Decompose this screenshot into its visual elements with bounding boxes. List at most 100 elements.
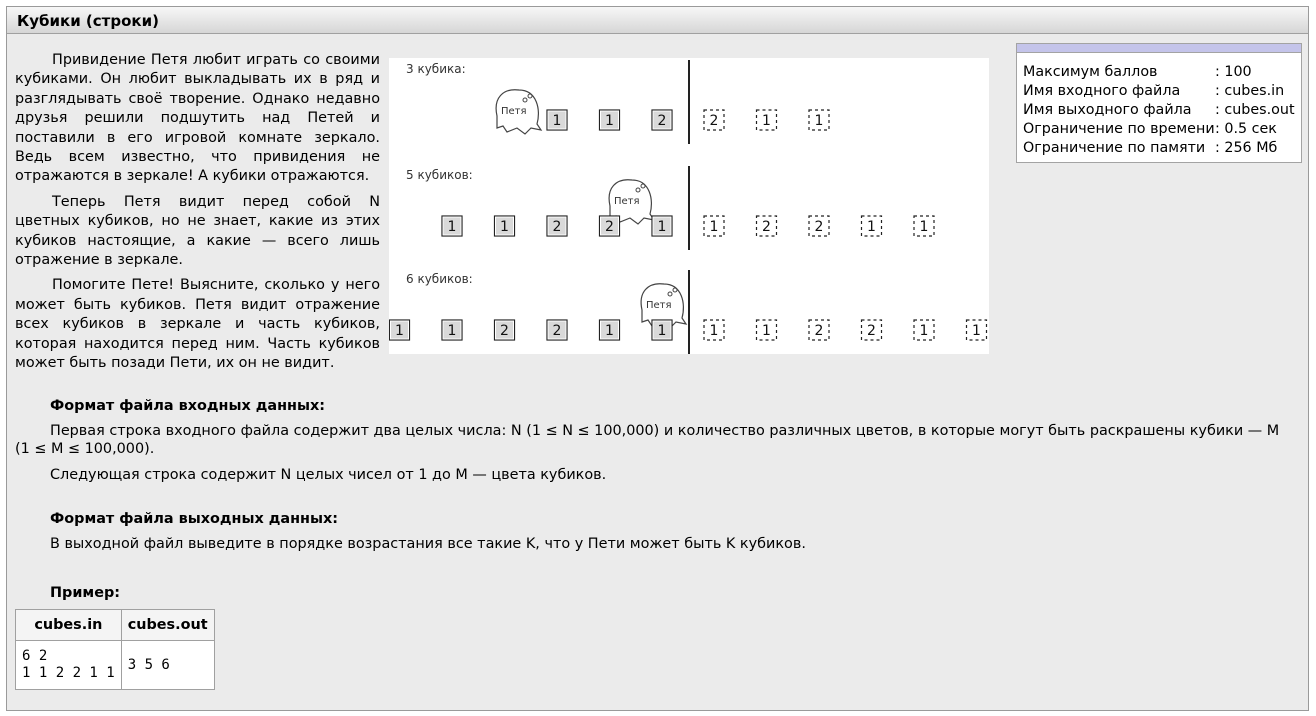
cube-label: 1 xyxy=(658,323,667,339)
real-cube: 2 xyxy=(493,319,516,341)
real-cube: 2 xyxy=(598,215,621,237)
input-format-line1: Первая строка входного файла содержит дв… xyxy=(50,423,1280,439)
row-label: 5 кубиков: xyxy=(406,168,473,182)
real-cube: 1 xyxy=(598,109,621,131)
real-cube: 1 xyxy=(389,319,411,341)
cube-label: 2 xyxy=(500,323,509,339)
real-cube: 2 xyxy=(651,109,673,131)
example-input-header: cubes.in xyxy=(15,609,122,641)
figure-row: 3 кубика: Петя 1 1 2 2 1 1 xyxy=(406,60,830,144)
example-table: cubes.in cubes.out 6 2 1 1 2 2 1 1 3 5 6 xyxy=(15,609,215,690)
limit-row: Ограничение по времени: 0.5 сек xyxy=(1023,120,1295,139)
cube-label: 1 xyxy=(920,219,929,235)
cube-label: 1 xyxy=(605,113,614,129)
real-cube: 2 xyxy=(546,215,568,237)
mirror-cube: 2 xyxy=(703,109,725,131)
limit-value: : 256 Мб xyxy=(1215,140,1278,156)
limit-row: Ограничение по памяти : 256 Мб xyxy=(1023,139,1295,158)
figure-row: 5 кубиков: Петя 1 1 2 2 1 1 2 2 1 1 xyxy=(406,166,935,250)
cube-label: 2 xyxy=(815,219,824,235)
statement-paragraph: Привидение Петя любит играть со своими к… xyxy=(15,52,380,185)
cube-label: 2 xyxy=(867,323,876,339)
cube-label: 1 xyxy=(395,323,404,339)
limit-value: : cubes.out xyxy=(1215,102,1295,118)
ghost-label: Петя xyxy=(614,196,640,207)
limits-header-bar xyxy=(1017,44,1301,53)
mirror-cube: 1 xyxy=(703,215,725,237)
cube-label: 1 xyxy=(448,219,457,235)
cube-label: 1 xyxy=(500,219,509,235)
mirror-cube: 1 xyxy=(755,319,778,341)
cube-label: 2 xyxy=(710,113,719,129)
cube-label: 2 xyxy=(762,219,771,235)
cube-label: 1 xyxy=(867,219,876,235)
input-format-line1b: (1 ≤ M ≤ 100,000). xyxy=(15,441,155,457)
mirror-cube: 2 xyxy=(808,319,830,341)
cube-label: 2 xyxy=(553,323,562,339)
limit-key: Имя выходного файла xyxy=(1023,102,1192,118)
real-cube: 2 xyxy=(546,319,568,341)
limit-value: : 100 xyxy=(1215,64,1252,80)
cube-label: 1 xyxy=(815,113,824,129)
problem-statement: Привидение Петя любит играть со своими к… xyxy=(15,51,380,380)
limit-value: : 0.5 сек xyxy=(1215,121,1277,137)
limit-value: : cubes.in xyxy=(1215,83,1285,99)
example-input-cell: 6 2 1 1 2 2 1 1 xyxy=(15,640,122,690)
real-cube: 1 xyxy=(651,319,673,341)
mirror-cube: 2 xyxy=(860,319,883,341)
cube-label: 1 xyxy=(920,323,929,339)
mirror-cube: 1 xyxy=(965,319,988,341)
limit-key: Максимум баллов xyxy=(1023,64,1158,80)
problem-title: Кубики (строки) xyxy=(17,12,159,30)
problem-title-bar: Кубики (строки) xyxy=(7,7,1308,34)
cube-label: 1 xyxy=(762,323,771,339)
statement-paragraph: Теперь Петя видит перед собой N цветных … xyxy=(15,193,380,269)
mirror-cube: 1 xyxy=(913,319,935,341)
cube-label: 1 xyxy=(762,113,771,129)
limit-row: Имя выходного файла : cubes.out xyxy=(1023,101,1295,120)
output-format-heading: Формат файла выходных данных: xyxy=(50,511,339,527)
limit-key: Ограничение по памяти xyxy=(1023,140,1206,156)
cube-label: 2 xyxy=(815,323,824,339)
mirror-cube: 2 xyxy=(808,215,830,237)
real-cube: 1 xyxy=(546,109,568,131)
cube-label: 1 xyxy=(553,113,562,129)
input-format-heading: Формат файла входных данных: xyxy=(50,398,326,414)
real-cube: 1 xyxy=(441,215,463,237)
example-heading: Пример: xyxy=(50,585,121,601)
real-cube: 1 xyxy=(598,319,621,341)
ghost-label: Петя xyxy=(646,300,672,311)
mirror-cube: 1 xyxy=(755,109,778,131)
cube-label: 2 xyxy=(605,219,614,235)
figure-row: 6 кубиков: Петя 1 1 2 2 1 1 1 1 2 2 1 1 xyxy=(389,270,988,354)
limit-row: Максимум баллов : 100 xyxy=(1023,63,1295,82)
limits-box: Максимум баллов : 100 Имя входного файла:… xyxy=(1016,43,1302,163)
row-label: 6 кубиков: xyxy=(406,272,473,286)
input-format-line2: Следующая строка содержит N целых чисел … xyxy=(50,467,607,483)
cube-label: 2 xyxy=(658,113,667,129)
cube-label: 1 xyxy=(658,219,667,235)
cube-label: 1 xyxy=(710,219,719,235)
real-cube: 1 xyxy=(493,215,516,237)
problem-panel: Кубики (строки) Привидение Петя любит иг… xyxy=(6,6,1309,711)
real-cube: 1 xyxy=(651,215,673,237)
limit-key: Имя входного файла xyxy=(1023,83,1181,99)
row-label: 3 кубика: xyxy=(406,62,466,76)
mirror-illustration: 3 кубика: Петя 1 1 2 2 1 1 5 кубиков: Петя 1 1 2 2 1 1 2… xyxy=(389,58,989,354)
ghost-petya: Петя xyxy=(495,89,543,135)
mirror-cube: 1 xyxy=(808,109,830,131)
cube-label: 1 xyxy=(710,323,719,339)
example-output-cell: 3 5 6 xyxy=(120,640,215,690)
statement-paragraph: Помогите Пете! Выясните, сколько у него … xyxy=(15,277,380,372)
cube-label: 1 xyxy=(448,323,457,339)
cube-label: 1 xyxy=(972,323,981,339)
mirror-cube: 1 xyxy=(860,215,883,237)
limits-table: Максимум баллов : 100 Имя входного файла:… xyxy=(1023,63,1295,158)
output-format-line1: В выходной файл выведите в порядке возра… xyxy=(50,536,806,552)
mirror-cube: 2 xyxy=(755,215,778,237)
ghost-label: Петя xyxy=(501,106,527,117)
mirror-cube: 1 xyxy=(913,215,935,237)
real-cube: 1 xyxy=(441,319,463,341)
mirror-cube: 1 xyxy=(703,319,725,341)
limit-row: Имя входного файла : cubes.in xyxy=(1023,82,1295,101)
